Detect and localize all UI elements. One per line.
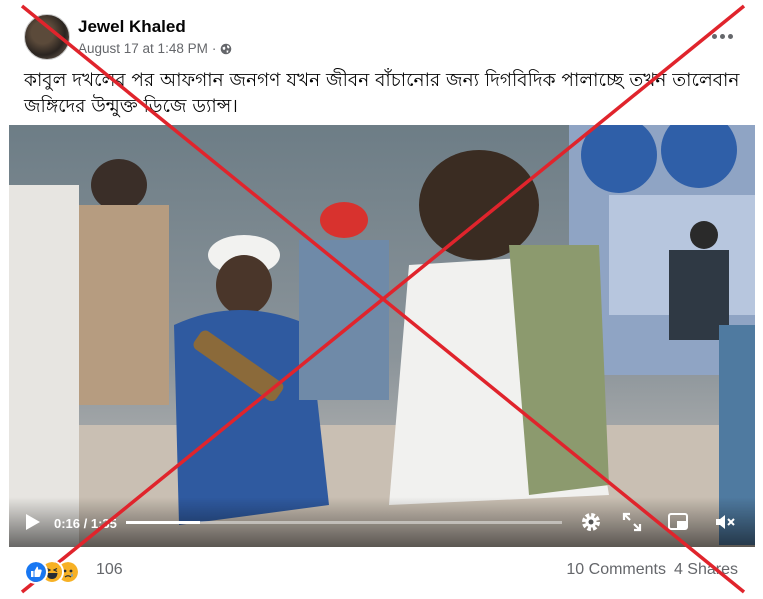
mute-icon[interactable]	[714, 511, 736, 533]
author-name[interactable]: Jewel Khaled	[78, 17, 186, 37]
reactions[interactable]	[24, 560, 88, 584]
like-icon	[24, 560, 48, 584]
play-icon[interactable]	[25, 513, 41, 531]
video-player[interactable]: 0:16 / 1:35	[9, 125, 755, 547]
post-meta: August 17 at 1:48 PM ·	[78, 41, 232, 56]
duration: 1:35	[90, 516, 117, 531]
post-card: Jewel Khaled August 17 at 1:48 PM · কাবু…	[0, 0, 763, 599]
picture-in-picture-icon[interactable]	[667, 511, 689, 533]
avatar[interactable]	[24, 14, 70, 60]
comments-link[interactable]: 10 Comments	[566, 561, 666, 579]
current-time: 0:16	[54, 516, 81, 531]
globe-icon[interactable]	[220, 43, 232, 55]
video-time: 0:16 / 1:35	[54, 516, 117, 531]
shares-link[interactable]: 4 Shares	[674, 561, 738, 579]
post-footer: 106 10 Comments 4 Shares	[24, 558, 742, 584]
video-controls: 0:16 / 1:35	[9, 497, 755, 547]
video-frame	[9, 125, 755, 547]
time-separator: /	[80, 516, 91, 531]
reaction-count[interactable]: 106	[96, 561, 123, 579]
gear-icon[interactable]	[580, 511, 602, 533]
more-options-icon[interactable]	[712, 26, 738, 46]
progress-fill	[126, 521, 201, 524]
expand-icon[interactable]	[621, 511, 643, 533]
meta-separator: ·	[211, 41, 217, 56]
progress-bar[interactable]	[126, 521, 562, 524]
post-timestamp[interactable]: August 17 at 1:48 PM	[78, 41, 208, 56]
post-caption: কাবুল দখলের পর আফগান জনগণ যখন জীবন বাঁচা…	[24, 70, 740, 117]
